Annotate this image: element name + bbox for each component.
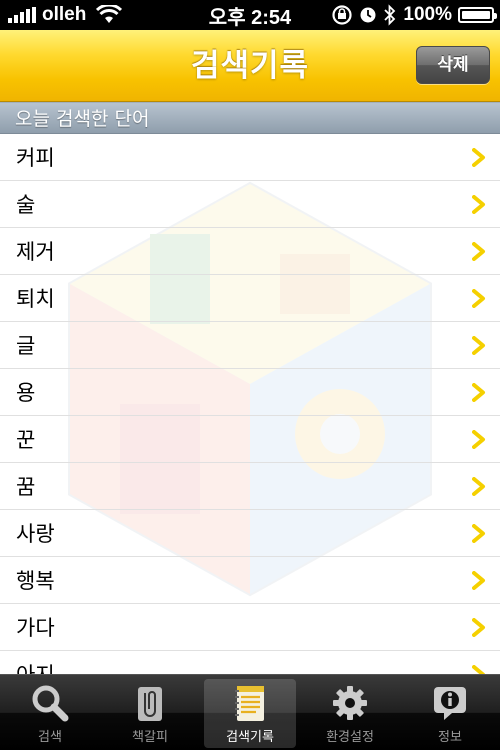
tab-label: 검색 xyxy=(38,730,62,745)
notepad-icon xyxy=(230,683,270,723)
list-item[interactable]: 제거 xyxy=(0,228,500,275)
list-item-label: 용 xyxy=(16,381,36,405)
list-item[interactable]: 행복 xyxy=(0,557,500,604)
rotation-lock-icon xyxy=(332,5,352,25)
list-item[interactable]: 커피 xyxy=(0,134,500,181)
list-item-label: 제거 xyxy=(16,240,55,264)
list-item-label: 꿈 xyxy=(16,475,36,499)
tab-search[interactable]: 검색 xyxy=(0,675,100,750)
list-item-label: 퇴치 xyxy=(16,287,55,311)
list-item[interactable]: 꿈 xyxy=(0,463,500,510)
list-item-label: 행복 xyxy=(16,569,55,593)
chevron-right-icon xyxy=(472,571,485,590)
list-item[interactable]: 술 xyxy=(0,181,500,228)
carrier-name: olleh xyxy=(42,4,87,25)
chevron-right-icon xyxy=(472,524,485,543)
tab-notepad[interactable]: 검색기록 xyxy=(200,675,300,750)
navigation-bar: 검색기록 삭제 xyxy=(0,30,500,102)
tab-paperclip[interactable]: 책갈피 xyxy=(100,675,200,750)
chevron-right-icon xyxy=(472,336,485,355)
section-header: 오늘 검색한 단어 xyxy=(0,102,500,134)
battery-icon xyxy=(458,7,497,23)
info-icon xyxy=(430,683,470,723)
tab-label: 책갈피 xyxy=(132,730,168,745)
tab-gear[interactable]: 환경설정 xyxy=(300,675,400,750)
chevron-right-icon xyxy=(472,195,485,214)
alarm-icon xyxy=(360,7,376,23)
signal-strength-icon xyxy=(8,7,36,23)
bluetooth-icon xyxy=(384,4,396,26)
list-item[interactable]: 사랑 xyxy=(0,510,500,557)
list-item[interactable]: 글 xyxy=(0,322,500,369)
list-item[interactable]: 가다 xyxy=(0,604,500,651)
list-item[interactable]: 용 xyxy=(0,369,500,416)
chevron-right-icon xyxy=(472,148,485,167)
delete-button[interactable]: 삭제 xyxy=(416,46,490,84)
battery-percent: 100% xyxy=(403,4,452,25)
chevron-right-icon xyxy=(472,618,485,637)
chevron-right-icon xyxy=(472,289,485,308)
status-bar: olleh 오후 2:54 100% xyxy=(0,0,500,30)
gear-icon xyxy=(330,683,370,723)
list-item-label: 술 xyxy=(16,193,36,217)
tab-label: 검색기록 xyxy=(226,730,274,745)
list-item-label: 가다 xyxy=(16,616,55,640)
tab-info[interactable]: 정보 xyxy=(400,675,500,750)
list-item-label: 글 xyxy=(16,334,36,358)
chevron-right-icon xyxy=(472,383,485,402)
list-item[interactable]: 퇴치 xyxy=(0,275,500,322)
list-item[interactable]: 아지 xyxy=(0,651,500,674)
chevron-right-icon xyxy=(472,665,485,674)
list-item-label: 꾼 xyxy=(16,428,36,452)
list-item-label: 아지 xyxy=(16,659,55,674)
list-item-label: 사랑 xyxy=(16,522,55,546)
tab-label: 정보 xyxy=(438,730,462,745)
search-history-list[interactable]: 커피술제거퇴치글용꾼꿈사랑행복가다아지 xyxy=(0,134,500,674)
search-icon xyxy=(30,683,70,723)
list-item[interactable]: 꾼 xyxy=(0,416,500,463)
tab-bar: 검색 책갈피 검색기록 환경설정 정보 xyxy=(0,674,500,750)
wifi-icon xyxy=(96,5,123,23)
chevron-right-icon xyxy=(472,242,485,261)
chevron-right-icon xyxy=(472,477,485,496)
chevron-right-icon xyxy=(472,430,485,449)
paperclip-icon xyxy=(130,683,170,723)
list-item-label: 커피 xyxy=(16,146,55,170)
tab-label: 환경설정 xyxy=(326,730,374,745)
